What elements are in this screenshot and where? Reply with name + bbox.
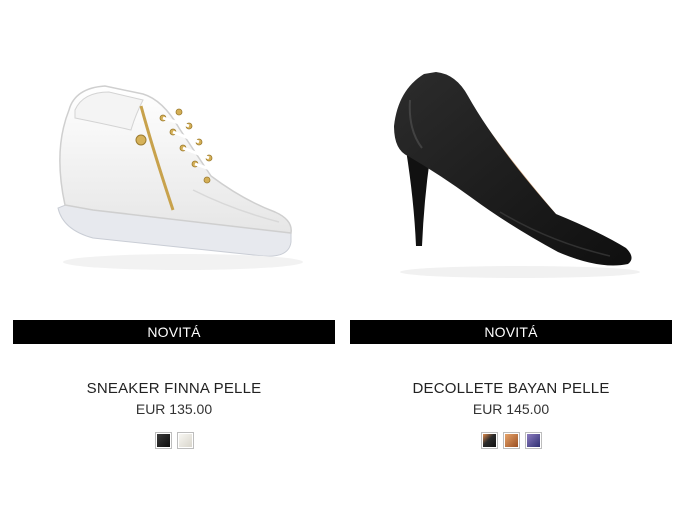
- color-swatch-black[interactable]: [480, 432, 498, 449]
- black-pump-illustration: [394, 72, 640, 278]
- color-swatch-black[interactable]: [154, 432, 172, 449]
- color-swatch-white[interactable]: [176, 432, 194, 449]
- swatch-fill: [526, 434, 540, 447]
- product-card-sneaker[interactable]: NOVITÁ SNEAKER FINNA PELLE EUR 135.00: [13, 0, 335, 505]
- new-badge: NOVITÁ: [13, 320, 335, 344]
- color-swatches: [350, 432, 672, 449]
- product-card-pump[interactable]: NOVITÁ DECOLLETE BAYAN PELLE EUR 145.00: [350, 0, 672, 505]
- product-price: EUR 145.00: [472, 401, 550, 417]
- product-image-pump[interactable]: [350, 0, 672, 318]
- swatch-fill: [504, 434, 518, 447]
- color-swatch-cognac[interactable]: [502, 432, 520, 449]
- color-swatches: [13, 432, 335, 449]
- product-image-sneaker[interactable]: [13, 0, 335, 318]
- swatch-fill: [482, 434, 496, 447]
- swatch-fill: [156, 434, 170, 447]
- product-price: EUR 135.00: [135, 401, 213, 417]
- new-badge: NOVITÁ: [350, 320, 672, 344]
- white-sneaker-illustration: [57, 85, 303, 270]
- swatch-fill: [178, 434, 192, 447]
- product-name[interactable]: SNEAKER FINNA PELLE: [13, 380, 335, 397]
- product-name[interactable]: DECOLLETE BAYAN PELLE: [350, 380, 672, 397]
- color-swatch-blue[interactable]: [524, 432, 542, 449]
